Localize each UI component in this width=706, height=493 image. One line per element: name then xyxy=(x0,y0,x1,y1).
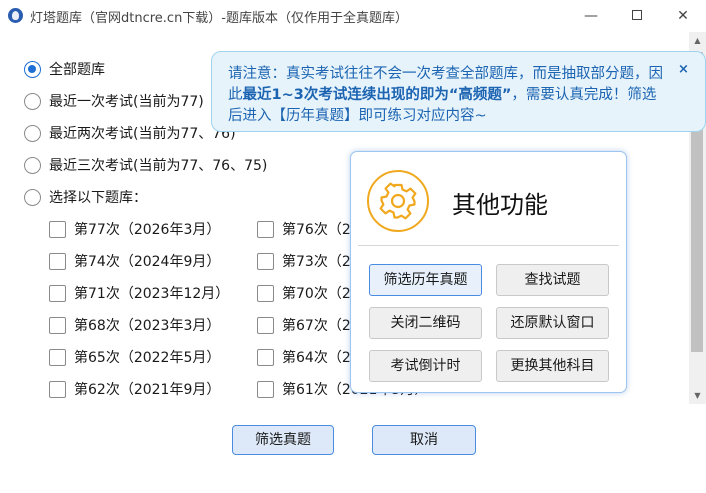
checkbox[interactable] xyxy=(49,220,66,238)
radio-button[interactable] xyxy=(24,156,41,174)
maximize-icon xyxy=(632,10,642,20)
radio-label: 最近一次考试(当前为77) xyxy=(49,94,204,110)
title-bar: 灯塔题库（官网dtncre.cn下载）-题库版本（仅作用于全真题库） — ✕ xyxy=(0,0,706,32)
checkbox[interactable] xyxy=(49,316,66,334)
restore-window-button[interactable]: 还原默认窗口 xyxy=(496,307,609,339)
radio-button[interactable] xyxy=(24,124,41,142)
radio-last-one-exam[interactable]: 最近一次考试(当前为77) xyxy=(24,90,204,112)
radio-all-questions[interactable]: 全部题库 xyxy=(24,58,105,80)
checkbox-label: 第62次（2021年9月） xyxy=(74,382,221,398)
checkbox[interactable] xyxy=(257,252,274,270)
checkbox[interactable] xyxy=(257,316,274,334)
checkbox[interactable] xyxy=(257,220,274,238)
exam-countdown-button[interactable]: 考试倒计时 xyxy=(369,350,482,382)
app-icon xyxy=(8,8,23,23)
scroll-down-icon[interactable]: ▼ xyxy=(689,387,706,404)
close-qrcode-button[interactable]: 关闭二维码 xyxy=(369,307,482,339)
filter-button[interactable]: 筛选真题 xyxy=(232,425,334,455)
checkbox-label: 第65次（2022年5月） xyxy=(74,350,221,366)
radio-select-below[interactable]: 选择以下题库： xyxy=(24,186,147,208)
checkbox-label: 第77次（2026年3月） xyxy=(74,222,221,238)
radio-label: 选择以下题库： xyxy=(49,190,147,206)
window-title: 灯塔题库（官网dtncre.cn下载）-题库版本（仅作用于全真题库） xyxy=(30,11,409,26)
radio-button[interactable] xyxy=(24,60,41,78)
popup-divider xyxy=(358,245,619,246)
radio-last-two-exams[interactable]: 最近两次考试(当前为77、76) xyxy=(24,122,236,144)
checkbox-label: 第71次（2023年12月） xyxy=(74,286,230,302)
radio-label: 最近两次考试(当前为77、76) xyxy=(49,126,236,142)
change-subject-button[interactable]: 更换其他科目 xyxy=(496,350,609,382)
close-button[interactable]: ✕ xyxy=(660,0,706,32)
checkbox-exam-71[interactable]: 第71次（2023年12月） xyxy=(49,282,229,304)
checkbox[interactable] xyxy=(49,348,66,366)
filter-history-button[interactable]: 筛选历年真题 xyxy=(369,264,482,296)
popup-title: 其他功能 xyxy=(452,191,548,219)
radio-last-three-exams[interactable]: 最近三次考试(当前为77、76、75) xyxy=(24,154,267,176)
radio-label: 全部题库 xyxy=(49,62,105,78)
checkbox-exam-65[interactable]: 第65次（2022年5月） xyxy=(49,346,220,368)
checkbox-label: 第68次（2023年3月） xyxy=(74,318,221,334)
notice-text-highlight: 最近1~3次考试连续出现的即为“高频题” xyxy=(242,87,512,103)
checkbox-exam-62[interactable]: 第62次（2021年9月） xyxy=(49,378,220,400)
checkbox[interactable] xyxy=(49,284,66,302)
checkbox-label: 第74次（2024年9月） xyxy=(74,254,221,270)
radio-label: 最近三次考试(当前为77、76、75) xyxy=(49,158,268,174)
minimize-button[interactable]: — xyxy=(568,0,614,32)
checkbox-exam-74[interactable]: 第74次（2024年9月） xyxy=(49,250,220,272)
scroll-up-icon[interactable]: ▲ xyxy=(689,32,706,49)
notice-tooltip: 请注意：真实考试往往不会一次考查全部题库，而是抽取部分题，因此最近1~3次考试连… xyxy=(211,51,706,132)
gear-icon xyxy=(367,170,429,232)
notice-close-icon[interactable]: × xyxy=(678,62,689,77)
cancel-button[interactable]: 取消 xyxy=(372,425,476,455)
checkbox[interactable] xyxy=(257,284,274,302)
checkbox[interactable] xyxy=(257,348,274,366)
checkbox-exam-68[interactable]: 第68次（2023年3月） xyxy=(49,314,220,336)
checkbox[interactable] xyxy=(257,380,274,398)
radio-button[interactable] xyxy=(24,188,41,206)
checkbox-exam-77[interactable]: 第77次（2026年3月） xyxy=(49,218,220,240)
search-questions-button[interactable]: 查找试题 xyxy=(496,264,609,296)
checkbox[interactable] xyxy=(49,380,66,398)
maximize-button[interactable] xyxy=(614,0,660,32)
checkbox[interactable] xyxy=(49,252,66,270)
radio-button[interactable] xyxy=(24,92,41,110)
